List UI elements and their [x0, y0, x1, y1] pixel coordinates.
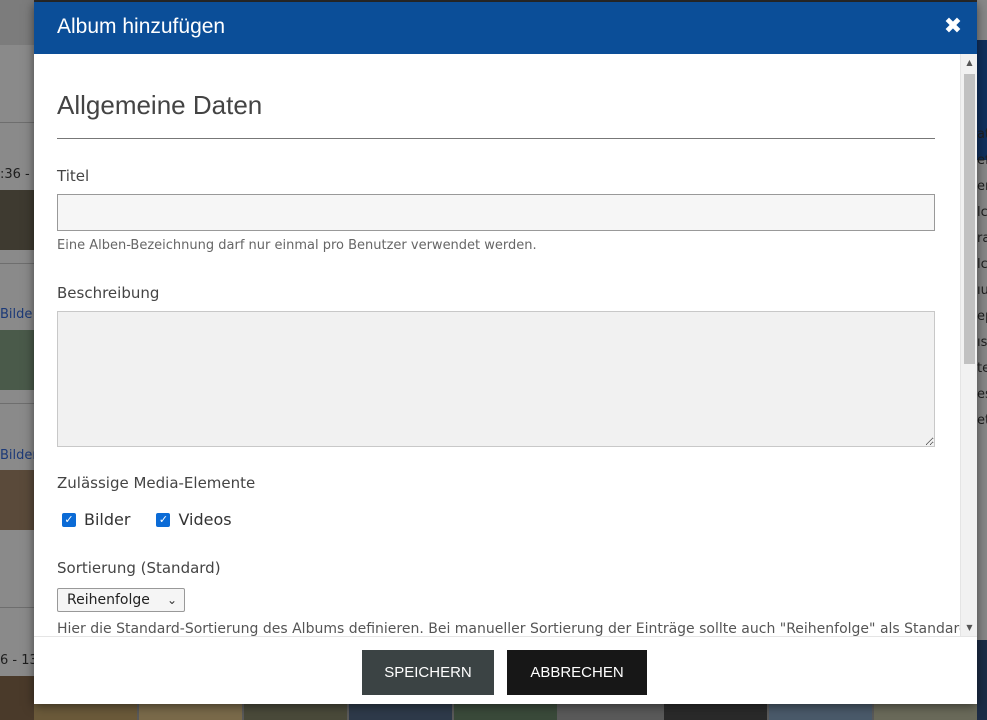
- sort-select[interactable]: Reihenfolge ⌄: [57, 588, 185, 612]
- sort-label: Sortierung (Standard): [57, 559, 221, 577]
- title-input[interactable]: [57, 194, 935, 231]
- save-button[interactable]: SPEICHERN: [362, 650, 494, 695]
- description-textarea[interactable]: [57, 311, 935, 447]
- chevron-down-icon: ⌄: [166, 593, 177, 607]
- background-thumbnail-strip-bottom: [34, 702, 977, 720]
- background-thumbnail: [0, 190, 34, 250]
- dialog-body[interactable]: Allgemeine Daten Titel Eine Alben-Bezeic…: [34, 54, 977, 636]
- background-link-text: Bilder: [0, 448, 38, 463]
- background-thumbnail: [0, 0, 34, 45]
- dialog-footer: SPEICHERN ABBRECHEN: [34, 636, 977, 704]
- media-elements-options: ✓ Bilder ✓ Videos: [62, 510, 258, 529]
- background-divider: [0, 263, 34, 264]
- dialog-header: Album hinzufügen ✖: [34, 2, 977, 54]
- add-album-dialog: Album hinzufügen ✖ Allgemeine Daten Tite…: [34, 2, 977, 704]
- background-thumbnail: [0, 330, 34, 390]
- section-title: Allgemeine Daten: [57, 90, 263, 120]
- background-left-column: :36 - Bilde Bilder 6 - 13: [0, 0, 38, 720]
- checkbox-label-videos[interactable]: Videos: [178, 510, 231, 529]
- close-icon[interactable]: ✖: [941, 14, 965, 40]
- dialog-title: Album hinzufügen: [57, 15, 226, 38]
- title-label: Titel: [57, 167, 90, 185]
- background-link-text: Bilde: [0, 307, 33, 322]
- background-panel: [977, 640, 987, 720]
- background-divider: [0, 403, 34, 404]
- cancel-button[interactable]: ABBRECHEN: [507, 650, 647, 695]
- background-divider: [0, 122, 34, 123]
- background-divider: [0, 607, 34, 608]
- sort-help-text: Hier die Standard-Sortierung des Albums …: [57, 621, 968, 636]
- scroll-up-arrow-icon[interactable]: ▲: [961, 54, 977, 71]
- checkbox-checked-icon[interactable]: ✓: [156, 512, 171, 527]
- sort-select-value: Reihenfolge: [67, 592, 150, 608]
- checkbox-label-bilder[interactable]: Bilder: [84, 510, 130, 529]
- background-text: 6 - 13: [0, 653, 38, 668]
- title-help-text: Eine Alben-Bezeichnung darf nur einmal p…: [57, 238, 537, 253]
- background-thumbnail: [0, 470, 34, 530]
- background-text: at ef er lc ra lc ıu ep ıs te es et: [977, 127, 987, 428]
- section-divider: [57, 138, 935, 139]
- media-elements-label: Zulässige Media-Elemente: [57, 474, 256, 492]
- description-label: Beschreibung: [57, 284, 160, 302]
- scroll-down-arrow-icon[interactable]: ▼: [961, 619, 977, 636]
- background-text: :36 -: [0, 167, 30, 182]
- background-right-column: at ef er lc ra lc ıu ep ıs te es et: [977, 0, 987, 720]
- scrollbar-thumb[interactable]: [964, 74, 975, 364]
- background-thumbnail: [0, 676, 34, 720]
- checkbox-checked-icon[interactable]: ✓: [62, 512, 76, 527]
- dialog-scrollbar[interactable]: ▲ ▼: [960, 54, 977, 636]
